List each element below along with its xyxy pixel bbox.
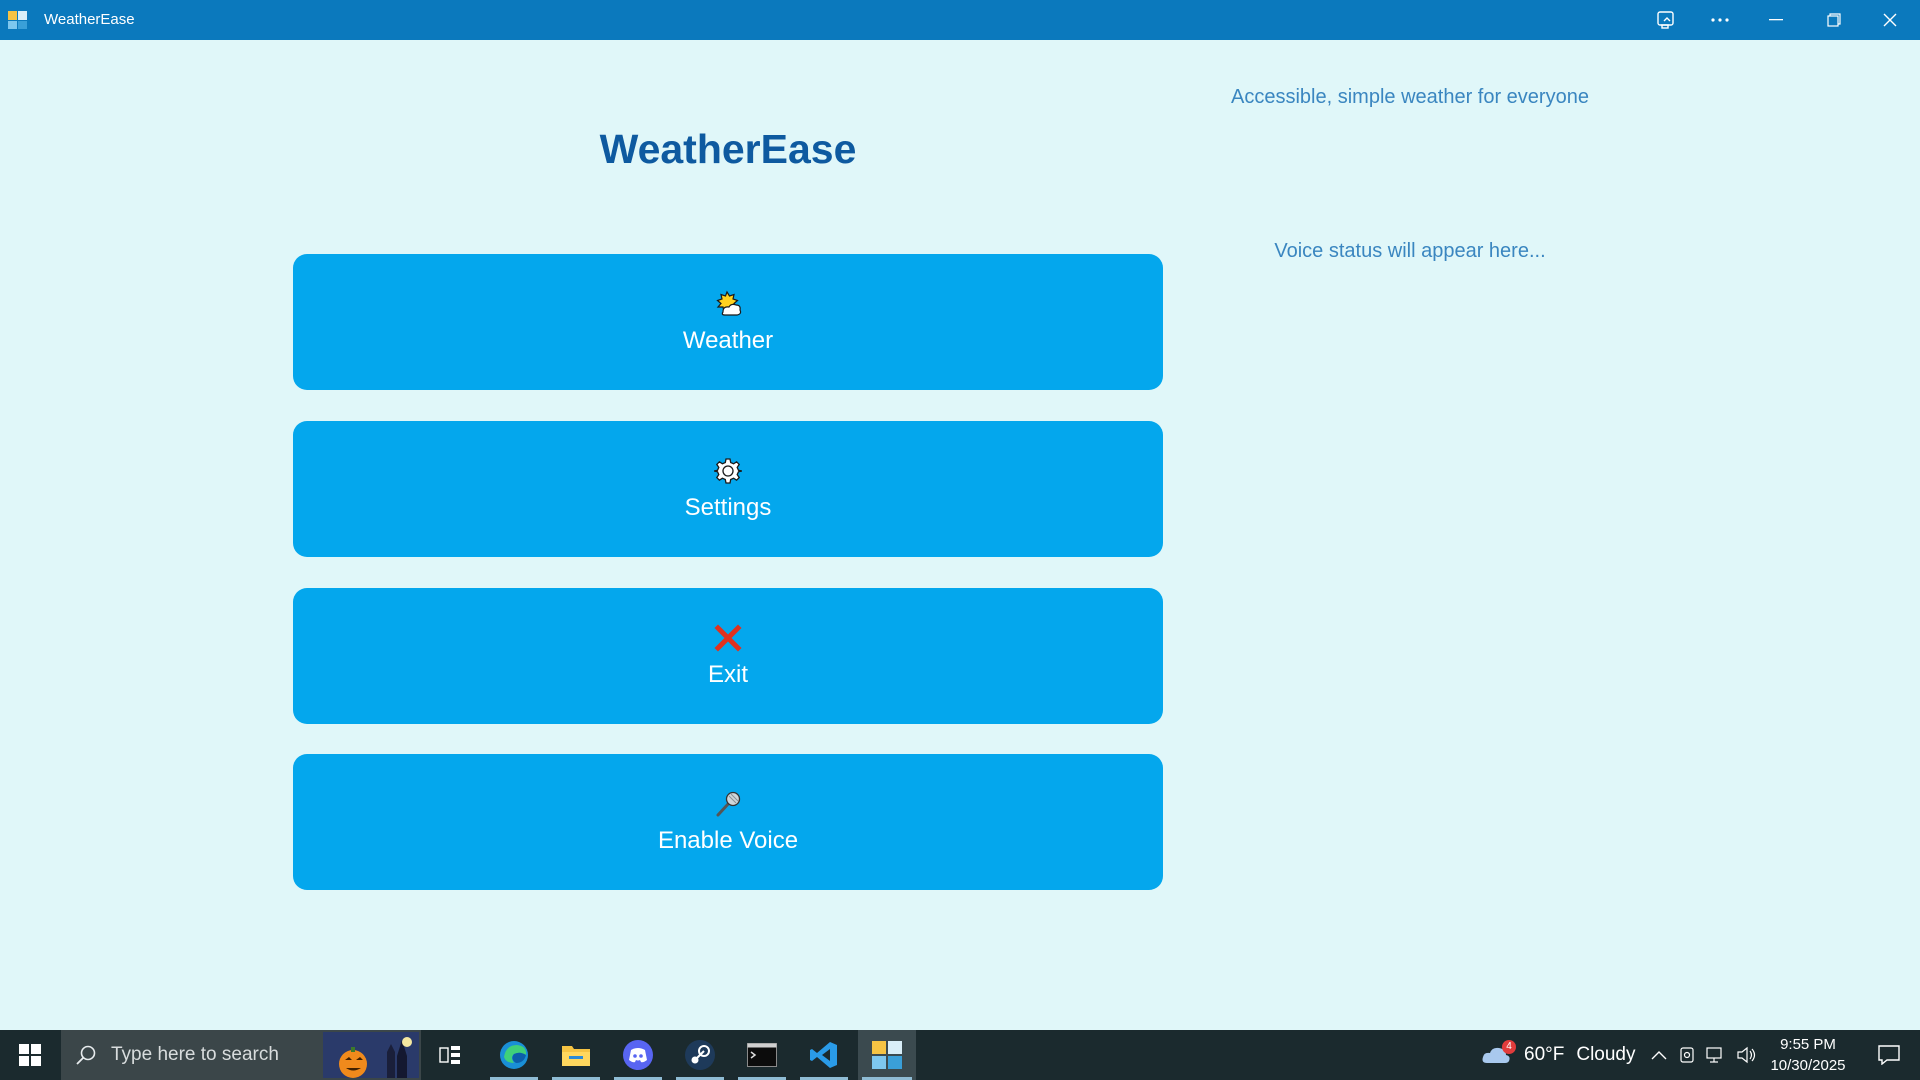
weather-temp: 60°F [1524, 1044, 1565, 1065]
taskbar-weatherease[interactable] [858, 1030, 916, 1080]
notification-icon [1878, 1045, 1900, 1065]
meet-now-icon[interactable] [1678, 1046, 1696, 1064]
taskbar-weather-widget[interactable]: 4 60°F Cloudy [1480, 1030, 1636, 1080]
volume-icon[interactable] [1736, 1046, 1758, 1064]
settings-button-label: Settings [684, 494, 772, 521]
weather-alert-badge: 4 [1502, 1040, 1516, 1054]
edge-icon [500, 1041, 528, 1069]
cast-button[interactable] [1640, 0, 1692, 40]
halloween-search-highlight-icon [323, 1032, 419, 1078]
clock-date: 10/30/2025 [1770, 1057, 1846, 1074]
windows-logo-icon [19, 1044, 41, 1066]
window-titlebar: WeatherEase [0, 0, 1920, 40]
taskbar-edge[interactable] [486, 1030, 542, 1080]
weather-button-label: Weather [682, 327, 774, 354]
taskbar-terminal[interactable] [734, 1030, 790, 1080]
voice-status-text: Voice status will appear here... [1274, 240, 1546, 262]
notification-center-button[interactable] [1864, 1030, 1914, 1080]
weather-condition: Cloudy [1576, 1044, 1636, 1065]
network-icon[interactable] [1706, 1046, 1726, 1064]
search-icon [76, 1045, 96, 1065]
discord-icon [623, 1040, 653, 1070]
taskbar-clock[interactable]: 9:55 PM 10/30/2025 [1760, 1034, 1856, 1076]
close-icon [1883, 13, 1897, 27]
gear-icon [714, 456, 742, 486]
enable-voice-button-label: Enable Voice [657, 827, 799, 854]
start-button[interactable] [0, 1030, 60, 1080]
restore-button[interactable] [1808, 0, 1860, 40]
taskbar-search[interactable] [61, 1030, 421, 1080]
tagline: Accessible, simple weather for everyone [1231, 86, 1589, 108]
taskbar-task-view[interactable] [422, 1030, 478, 1080]
taskbar-vscode[interactable] [796, 1030, 852, 1080]
system-tray [1650, 1030, 1758, 1080]
clock-time: 9:55 PM [1780, 1036, 1836, 1053]
more-options-button[interactable] [1694, 0, 1746, 40]
cast-icon [1657, 11, 1674, 29]
page-title: WeatherEase [599, 126, 857, 172]
window-title: WeatherEase [44, 11, 135, 28]
taskbar-discord[interactable] [610, 1030, 666, 1080]
minimize-icon [1769, 19, 1783, 21]
vscode-icon [810, 1042, 837, 1068]
task-view-icon [439, 1046, 460, 1064]
taskbar: 4 60°F Cloudy 9:55 PM 10/30/2025 [0, 1030, 1920, 1080]
search-input[interactable] [111, 1044, 311, 1066]
cross-mark-icon [714, 623, 742, 653]
exit-button[interactable]: Exit [293, 588, 1163, 724]
minimize-button[interactable] [1750, 0, 1802, 40]
chevron-up-icon[interactable] [1650, 1049, 1668, 1061]
settings-button[interactable]: Settings [293, 421, 1163, 557]
steam-icon [685, 1040, 715, 1070]
app-logo-icon [8, 11, 27, 29]
restore-icon [1827, 13, 1841, 27]
terminal-icon [747, 1043, 777, 1067]
file-explorer-icon [562, 1046, 590, 1066]
more-icon [1711, 18, 1729, 22]
exit-button-label: Exit [707, 661, 748, 688]
weather-button[interactable]: Weather [293, 254, 1163, 390]
weatherease-icon [872, 1041, 902, 1069]
taskbar-file-explorer[interactable] [548, 1030, 604, 1080]
close-button[interactable] [1864, 0, 1916, 40]
sun-behind-cloud-icon [713, 289, 743, 319]
enable-voice-button[interactable]: Enable Voice [293, 754, 1163, 890]
microphone-icon [714, 789, 742, 819]
taskbar-steam[interactable] [672, 1030, 728, 1080]
